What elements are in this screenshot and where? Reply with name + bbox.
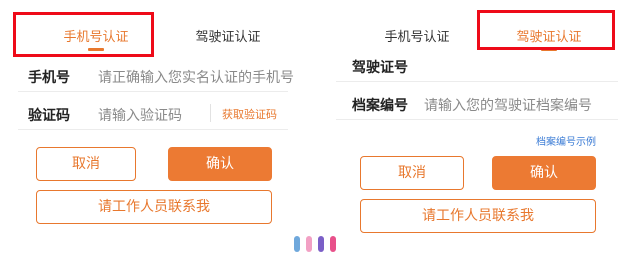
get-code-button[interactable]: 获取验证码: [222, 106, 277, 122]
confirm-button[interactable]: 确认: [492, 156, 596, 190]
logo-dot: [318, 236, 324, 252]
highlight-box-phone-tab: [13, 12, 154, 57]
file-number-row: 档案编号 请输入您的驾驶证档案编号: [336, 86, 618, 120]
confirm-button[interactable]: 确认: [168, 147, 272, 181]
license-row: 驾驶证号: [336, 48, 618, 82]
logo-dot: [306, 236, 312, 252]
phone-label: 手机号: [28, 70, 70, 86]
phone-input[interactable]: 请正确输入您实名认证的手机号: [98, 67, 294, 87]
highlight-box-license-tab: [477, 10, 615, 50]
contact-staff-button[interactable]: 请工作人员联系我: [36, 190, 272, 224]
logo-dot: [294, 236, 300, 252]
code-input[interactable]: 请输入验证码: [98, 105, 182, 125]
tab-license-auth-label: 驾驶证认证: [195, 30, 261, 45]
license-label: 驾驶证号: [352, 60, 408, 76]
brand-logo-icon: [294, 236, 338, 252]
file-number-example-link[interactable]: 档案编号示例: [536, 133, 596, 148]
file-number-label: 档案编号: [352, 98, 408, 114]
tab-phone-auth-label: 手机号认证: [384, 30, 450, 45]
code-label: 验证码: [28, 108, 70, 124]
phone-row: 手机号 请正确输入您实名认证的手机号: [18, 58, 294, 92]
file-number-input[interactable]: 请输入您的驾驶证档案编号: [424, 95, 592, 115]
cancel-button[interactable]: 取消: [36, 147, 136, 181]
row-divider: [210, 104, 211, 122]
cancel-button[interactable]: 取消: [360, 156, 464, 190]
contact-staff-button[interactable]: 请工作人员联系我: [360, 199, 596, 233]
tab-phone-auth[interactable]: 手机号认证: [372, 26, 462, 45]
logo-dot: [330, 236, 336, 252]
code-row: 验证码 请输入验证码 获取验证码: [18, 96, 288, 130]
tab-license-auth[interactable]: 驾驶证认证: [188, 26, 268, 45]
